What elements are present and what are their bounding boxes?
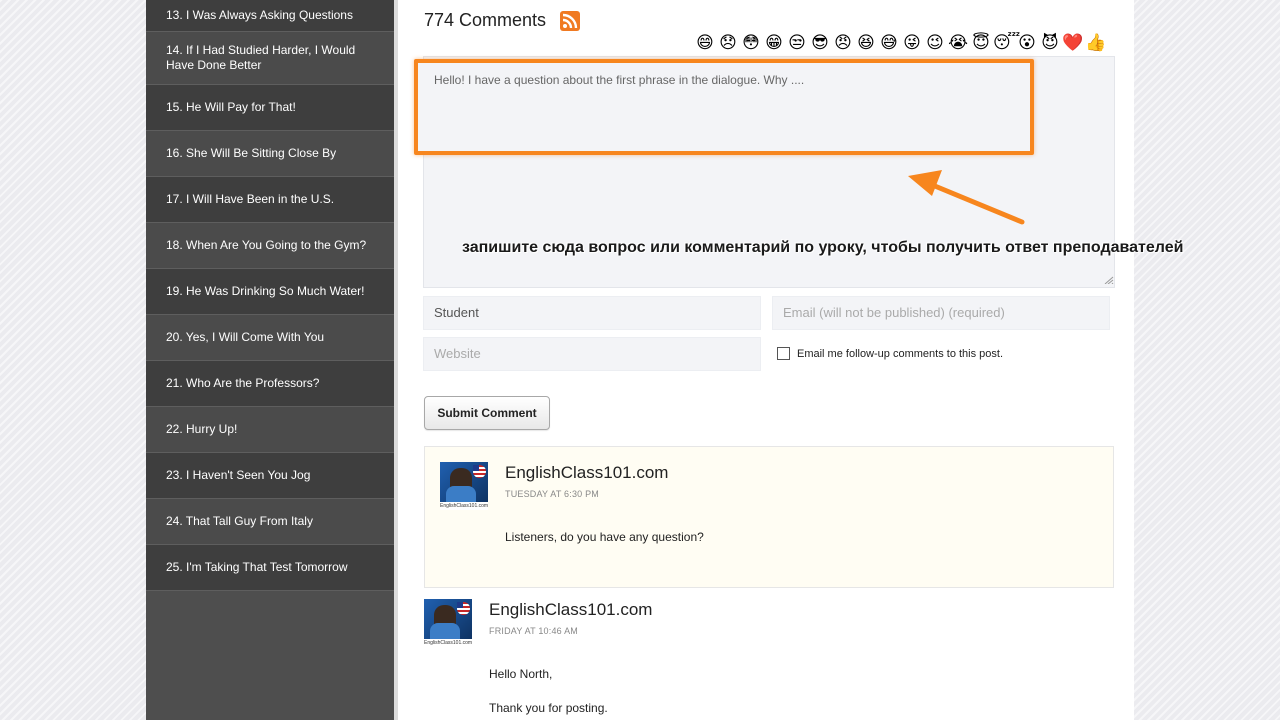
emoji-icon[interactable]: 😜 <box>901 32 923 54</box>
sidebar-item-label: 20. Yes, I Will Come With You <box>166 330 325 344</box>
comment-text: Thank you for posting. <box>489 701 608 715</box>
sidebar-item-lesson-13[interactable]: 13. I Was Always Asking Questions <box>146 0 394 32</box>
emoji-icon[interactable]: 👍 <box>1085 32 1107 54</box>
emoji-icon[interactable]: 😳 <box>740 32 762 54</box>
comment-timestamp[interactable]: FRIDAY AT 10:46 AM <box>489 626 578 636</box>
emoji-icon[interactable]: 😎 <box>809 32 831 54</box>
emoji-icon[interactable]: 😞 <box>717 32 739 54</box>
sidebar-item-label: 18. When Are You Going to the Gym? <box>166 238 367 252</box>
emoji-icon[interactable]: 😄 <box>694 32 716 54</box>
comment-text: Hello North, <box>489 667 553 681</box>
sidebar-item-label: 25. I'm Taking That Test Tomorrow <box>166 560 348 574</box>
comments-header: 774 Comments <box>424 10 581 31</box>
sidebar-item-label: 24. That Tall Guy From Italy <box>166 514 313 528</box>
sidebar-item-label: 17. I Will Have Been in the U.S. <box>166 192 335 206</box>
sidebar-item-label: 14. If I Had Studied Harder, I Would Hav… <box>166 43 356 72</box>
emoji-icon[interactable]: 😇 <box>970 32 992 54</box>
followup-label: Email me follow-up comments to this post… <box>797 347 1004 360</box>
submit-comment-button[interactable]: Submit Comment <box>424 396 550 430</box>
emoji-picker: 😄 😞 😳 😁 😒 😎 😠 😆 😅 😜 😉 😭 😇 😴 😮 😈 ❤️ 👍 <box>694 32 1107 54</box>
sidebar-item-lesson-20[interactable]: 20. Yes, I Will Come With You <box>146 315 394 361</box>
sidebar-item-label: 15. He Will Pay for That! <box>166 100 296 114</box>
emoji-icon[interactable]: 😮 <box>1016 32 1038 54</box>
emoji-icon[interactable]: 😴 <box>993 32 1020 54</box>
sidebar-item-lesson-15[interactable]: 15. He Will Pay for That! <box>146 85 394 131</box>
annotation-hint-text: запишите сюда вопрос или комментарий по … <box>462 239 1184 256</box>
annotation-arrow-icon <box>908 170 1025 225</box>
comment-text: Listeners, do you have any question? <box>505 530 704 544</box>
sidebar-item-lesson-23[interactable]: 23. I Haven't Seen You Jog <box>146 453 394 499</box>
avatar-caption: EnglishClass101.com <box>424 639 472 647</box>
sidebar-item-lesson-18[interactable]: 18. When Are You Going to the Gym? <box>146 223 394 269</box>
resize-grip-icon[interactable] <box>1104 276 1114 284</box>
sidebar-item-lesson-24[interactable]: 24. That Tall Guy From Italy <box>146 499 394 545</box>
lesson-sidebar: 13. I Was Always Asking Questions 14. If… <box>146 0 394 720</box>
sidebar-item-label: 21. Who Are the Professors? <box>166 376 320 390</box>
emoji-icon[interactable]: 😒 <box>786 32 808 54</box>
comment-timestamp[interactable]: TUESDAY AT 6:30 PM <box>505 489 599 499</box>
name-field[interactable]: Student <box>423 296 761 330</box>
website-field[interactable]: Website <box>423 337 761 371</box>
comments-count: 774 Comments <box>424 10 547 30</box>
followup-option: Email me follow-up comments to this post… <box>777 347 1003 360</box>
sidebar-item-lesson-22[interactable]: 22. Hurry Up! <box>146 407 394 453</box>
emoji-icon[interactable]: 😁 <box>763 32 785 54</box>
emoji-icon[interactable]: 😆 <box>855 32 877 54</box>
comment-textarea-value: Hello! I have a question about the first… <box>434 73 805 87</box>
emoji-icon[interactable]: 😉 <box>924 32 946 54</box>
avatar[interactable]: EnglishClass101.com <box>424 599 472 647</box>
email-field[interactable]: Email (will not be published) (required) <box>772 296 1110 330</box>
avatar[interactable]: EnglishClass101.com <box>440 462 488 510</box>
comment-author[interactable]: EnglishClass101.com <box>505 463 668 483</box>
sidebar-item-lesson-25[interactable]: 25. I'm Taking That Test Tomorrow <box>146 545 394 591</box>
followup-checkbox[interactable] <box>777 347 790 360</box>
sidebar-item-label: 19. He Was Drinking So Much Water! <box>166 284 365 298</box>
comment-textarea[interactable]: Hello! I have a question about the first… <box>414 59 1034 155</box>
sidebar-item-lesson-21[interactable]: 21. Who Are the Professors? <box>146 361 394 407</box>
emoji-icon[interactable]: ❤️ <box>1062 32 1084 54</box>
comment-author[interactable]: EnglishClass101.com <box>489 600 652 620</box>
emoji-icon[interactable]: 😠 <box>832 32 854 54</box>
rss-feed-icon[interactable] <box>560 10 581 31</box>
emoji-icon[interactable]: 😈 <box>1039 32 1061 54</box>
sidebar-item-lesson-16[interactable]: 16. She Will Be Sitting Close By <box>146 131 394 177</box>
emoji-icon[interactable]: 😅 <box>878 32 900 54</box>
sidebar-item-lesson-19[interactable]: 19. He Was Drinking So Much Water! <box>146 269 394 315</box>
sidebar-item-label: 23. I Haven't Seen You Jog <box>166 468 311 482</box>
sidebar-item-label: 13. I Was Always Asking Questions <box>166 8 353 22</box>
sidebar-item-label: 22. Hurry Up! <box>166 422 238 436</box>
sidebar-item-lesson-17[interactable]: 17. I Will Have Been in the U.S. <box>146 177 394 223</box>
avatar-caption: EnglishClass101.com <box>440 502 488 510</box>
sidebar-item-label: 16. She Will Be Sitting Close By <box>166 146 337 160</box>
emoji-icon[interactable]: 😭 <box>947 32 969 54</box>
sidebar-item-lesson-14[interactable]: 14. If I Had Studied Harder, I Would Hav… <box>146 32 394 85</box>
